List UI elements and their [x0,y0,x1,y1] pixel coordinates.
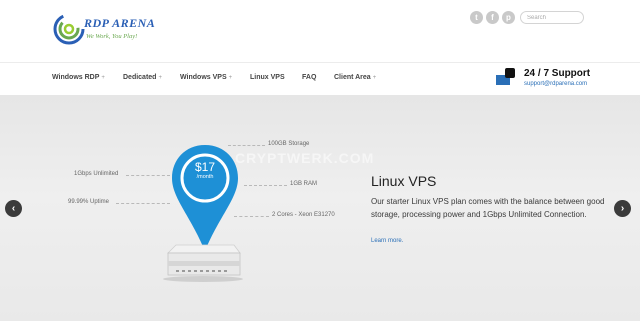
nav-item-label: Windows VPS [180,74,227,81]
spec-cpu: 2 Cores - Xeon E31270 [272,212,335,218]
support-email-link[interactable]: support@rdparena.com [524,81,587,87]
pinterest-icon[interactable]: p [502,11,515,24]
caret-icon: + [158,74,162,81]
learn-more-link[interactable]: Learn more. [371,238,403,244]
support-title: 24 / 7 Support [524,68,591,79]
hero-description: Our starter Linux VPS plan comes with th… [371,197,605,219]
nav-item-linux-vps[interactable]: Linux VPS [250,74,302,81]
spec-storage: 100GB Storage [268,141,310,147]
facebook-icon[interactable]: f [486,11,499,24]
price-period: /month [196,174,214,180]
nav-menu: Windows RDP + Dedicated + Windows VPS + Lin… [52,74,394,81]
nav-item-windows-vps[interactable]: Windows VPS + [180,74,250,81]
caret-icon: + [372,74,377,81]
nav-item-faq[interactable]: FAQ [302,74,334,81]
price-amount: $17 [194,160,216,174]
nav-item-label: Windows RDP [52,74,100,81]
caret-icon: + [101,74,105,81]
nav-item-windows-rdp[interactable]: Windows RDP + [52,74,123,81]
caret-icon: + [228,74,233,81]
nav-item-label: FAQ [302,74,317,81]
site-header: RDP ARENA We Work, You Play! t f p [0,0,640,62]
hero-title: Linux VPS [371,173,437,189]
logo-swirl-icon [53,13,85,45]
price-badge: $17 /month [179,160,231,181]
slider-prev-button[interactable]: ‹ [5,200,22,217]
hero-slider: ‹ › CRYPTWERK.COM 100GB Storage 1Gbps Un… [0,95,640,321]
spec-network: 1Gbps Unlimited [74,171,119,177]
nav-item-label: Dedicated [123,74,157,81]
spec-leader [126,175,170,176]
watermark: CRYPTWERK.COM [235,150,375,166]
nav-item-label: Linux VPS [250,74,285,81]
search-input[interactable] [520,11,584,24]
logo[interactable]: RDP ARENA We Work, You Play! [52,12,162,52]
phone-icon [505,68,515,78]
spec-ram: 1GB RAM [290,181,318,187]
nav-item-client-area[interactable]: Client Area + [334,74,394,81]
twitter-icon[interactable]: t [470,11,483,24]
server-icon [163,244,243,282]
nav-item-label: Client Area [334,74,371,81]
social-links: t f p [470,11,515,25]
support-box: 24 / 7 Support support@rdparena.com [496,66,626,92]
brand-name: RDP ARENA [84,16,156,30]
spec-uptime: 99.99% Uptime [68,199,110,205]
spec-leader [244,185,287,186]
nav-item-dedicated[interactable]: Dedicated + [123,74,180,81]
spec-leader [116,203,170,204]
brand-tagline: We Work, You Play! [86,33,138,40]
